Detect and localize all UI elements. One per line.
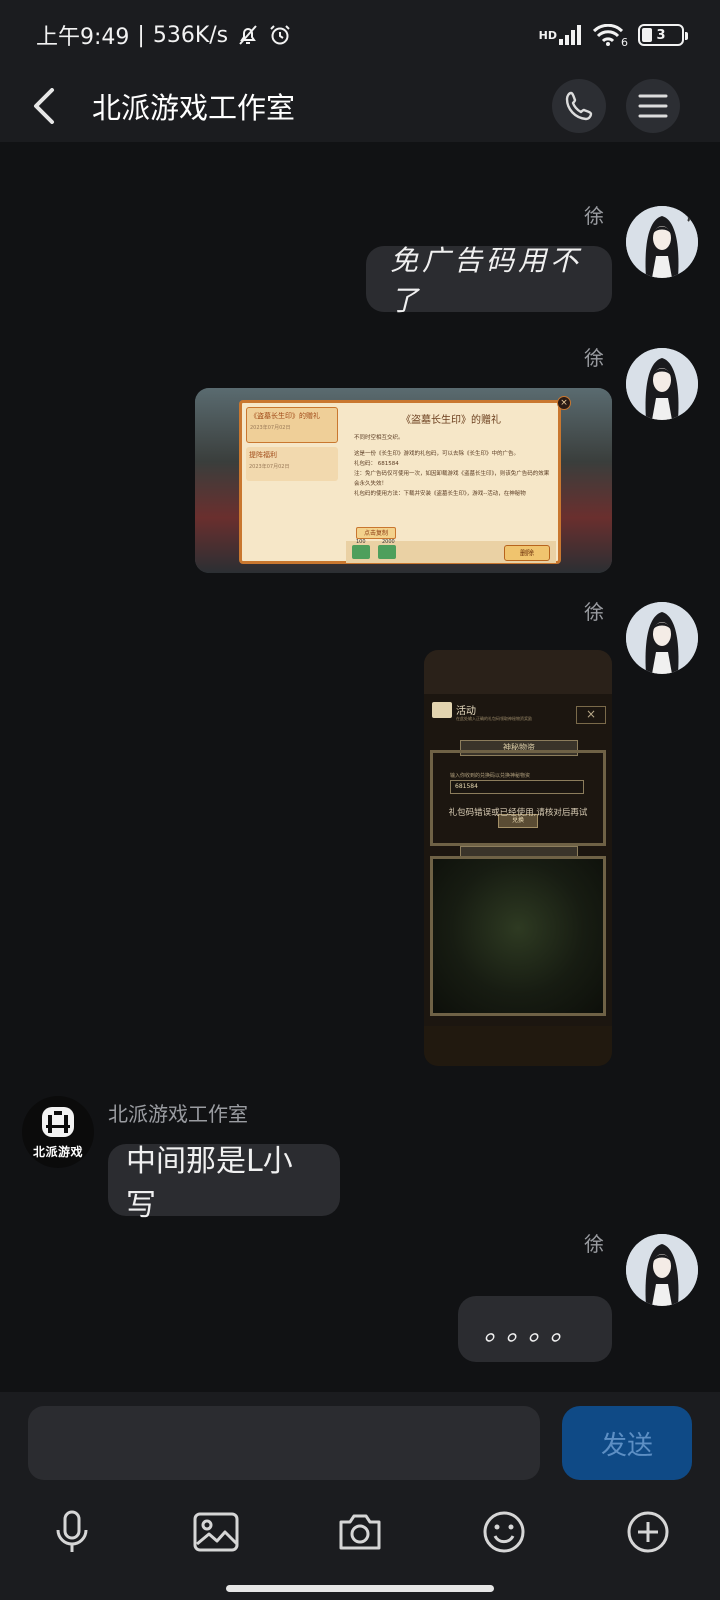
back-button[interactable] <box>10 70 80 142</box>
home-indicator[interactable] <box>226 1585 494 1592</box>
message-input[interactable] <box>28 1406 540 1480</box>
network-speed: 536K/s <box>152 22 229 48</box>
menu-icon <box>638 94 668 118</box>
studio-logo-icon <box>42 1106 74 1137</box>
chat-header: 北派游戏工作室 <box>0 70 720 142</box>
gallery-button[interactable] <box>186 1502 246 1562</box>
game-top-strip <box>424 650 612 694</box>
menu-button[interactable] <box>626 79 680 133</box>
message-bubble[interactable]: 免广告码用不了 <box>366 244 612 317</box>
gift-tab-1-label: 《盗墓长生印》的赠礼 <box>250 412 320 420</box>
avatar[interactable] <box>626 602 698 674</box>
bell-muted-icon <box>236 23 260 47</box>
redeem-section-frame <box>430 750 606 846</box>
redeem-input-hint: 输入你收到的兑换码以兑换神秘物资 <box>450 773 531 779</box>
copy-code-button: 点击复制 <box>356 527 396 539</box>
back-arrow-icon <box>34 88 54 124</box>
smiley-icon <box>483 1511 525 1553</box>
gift-dialog: 《盗墓长生印》的赠礼 2023年07月02日 提阵福利 2023年07月02日 … <box>239 400 561 564</box>
sender-name: 徐 <box>584 600 604 624</box>
status-bar: 上午9:49 | 536K/s HD 6 3 <box>0 0 720 70</box>
plus-circle-icon <box>627 1511 669 1553</box>
gift-dialog-body: 不同时空相互交织。 这是一份《长生印》游戏的礼包码，可以去除《长生印》中的广告。… <box>354 433 554 499</box>
user-avatar-image <box>626 602 698 674</box>
message-bubble[interactable]: 。。。。 <box>458 1296 612 1362</box>
activity-panel-subtitle: 在此处输入正确的礼包码领取神秘物资奖励 <box>456 716 532 721</box>
sender-name: 徐 <box>584 204 604 228</box>
chat-title: 北派游戏工作室 <box>92 91 296 125</box>
camera-icon <box>339 1514 381 1550</box>
voice-button[interactable] <box>42 1502 102 1562</box>
more-button[interactable] <box>618 1502 678 1562</box>
sender-name: 徐 <box>584 346 604 370</box>
lower-scene-image <box>430 856 606 1016</box>
header-actions <box>552 79 680 133</box>
message-list[interactable]: 徐 免广告码用不了 徐 《盗墓长生印》的赠礼 2023年07月02日 提阵福利 … <box>0 142 720 1392</box>
gift-line-1: 不同时空相互交织。 <box>354 435 404 441</box>
phone-icon <box>565 91 593 121</box>
message-bubble[interactable]: 中间那是L小写 <box>108 1144 340 1223</box>
avatar[interactable]: 北派游戏 <box>22 1096 94 1168</box>
gift-line-5: 礼包码的使用方法：下载并安装《盗墓长生印》，游戏--活动，在神秘物 <box>354 491 526 497</box>
wifi-icon: 6 <box>593 22 628 49</box>
user-avatar-image <box>626 348 698 420</box>
sender-name: 徐 <box>584 1232 604 1256</box>
avatar[interactable] <box>626 206 698 278</box>
gift-line-4: 注：免广告码仅可使用一次，如因卸载游戏《盗墓长生印》，则该免广告码的效果会永久失… <box>354 471 550 487</box>
wifi-index: 6 <box>621 35 628 49</box>
reward-item-icon <box>378 545 396 559</box>
user-avatar-image <box>626 1234 698 1306</box>
delete-mail-button: 删除 <box>504 545 550 561</box>
status-separator: | <box>137 22 145 48</box>
status-left: 上午9:49 | 536K/s <box>36 19 292 51</box>
reward-count-2: 2000 <box>382 539 395 545</box>
gift-dialog-title: 《盗墓长生印》的赠礼 <box>401 415 501 426</box>
call-button[interactable] <box>552 79 606 133</box>
cell-signal-icon: HD <box>539 25 583 45</box>
camera-button[interactable] <box>330 1502 390 1562</box>
avatar[interactable] <box>626 348 698 420</box>
gift-tab-1: 《盗墓长生印》的赠礼 2023年07月02日 <box>246 407 338 443</box>
status-right: HD 6 3 <box>539 22 688 49</box>
send-button[interactable]: 发送 <box>562 1406 692 1480</box>
user-avatar-image <box>626 206 698 278</box>
gift-line-3: 礼包码： 681584 <box>354 461 399 467</box>
image-message-gift[interactable]: 《盗墓长生印》的赠礼 2023年07月02日 提阵福利 2023年07月02日 … <box>195 388 612 573</box>
studio-logo-text: 北派游戏 <box>32 1144 83 1159</box>
close-icon: × <box>576 706 606 724</box>
game-bottom-strip <box>424 1026 612 1066</box>
composer: 发送 <box>0 1392 720 1600</box>
microphone-icon <box>56 1510 88 1552</box>
status-time: 上午9:49 <box>36 25 130 50</box>
gift-tab-2-date: 2023年07月02日 <box>249 464 290 470</box>
redeem-error-toast: 礼包码错误或已经使用,请核对后再试 <box>448 808 588 818</box>
close-icon: × <box>557 396 571 410</box>
battery-icon: 3 <box>638 24 688 46</box>
emoji-button[interactable] <box>474 1502 534 1562</box>
gift-tab-2-label: 提阵福利 <box>249 451 277 459</box>
image-message-redeem[interactable]: 活动 在此处输入正确的礼包码领取神秘物资奖励 × 神秘物资 输入你收到的兑换码以… <box>424 650 612 1066</box>
reward-count-1: 100 <box>356 539 366 545</box>
redeem-code-input: 681584 <box>450 780 584 794</box>
gift-tab-1-date: 2023年07月02日 <box>250 425 291 431</box>
composer-toolbar <box>0 1502 720 1562</box>
alarm-icon <box>268 23 292 47</box>
chest-icon <box>432 702 452 718</box>
sender-name: 北派游戏工作室 <box>108 1102 248 1126</box>
activity-panel-title: 活动 <box>456 706 476 717</box>
reward-item-icon <box>352 545 370 559</box>
signal-tech-label: HD <box>538 28 557 42</box>
gift-tab-2: 提阵福利 2023年07月02日 <box>246 447 338 481</box>
avatar[interactable] <box>626 1234 698 1306</box>
battery-level: 3 <box>656 27 666 43</box>
gift-line-2: 这是一份《长生印》游戏的礼包码，可以去除《长生印》中的广告。 <box>354 451 520 457</box>
image-icon <box>193 1512 239 1552</box>
